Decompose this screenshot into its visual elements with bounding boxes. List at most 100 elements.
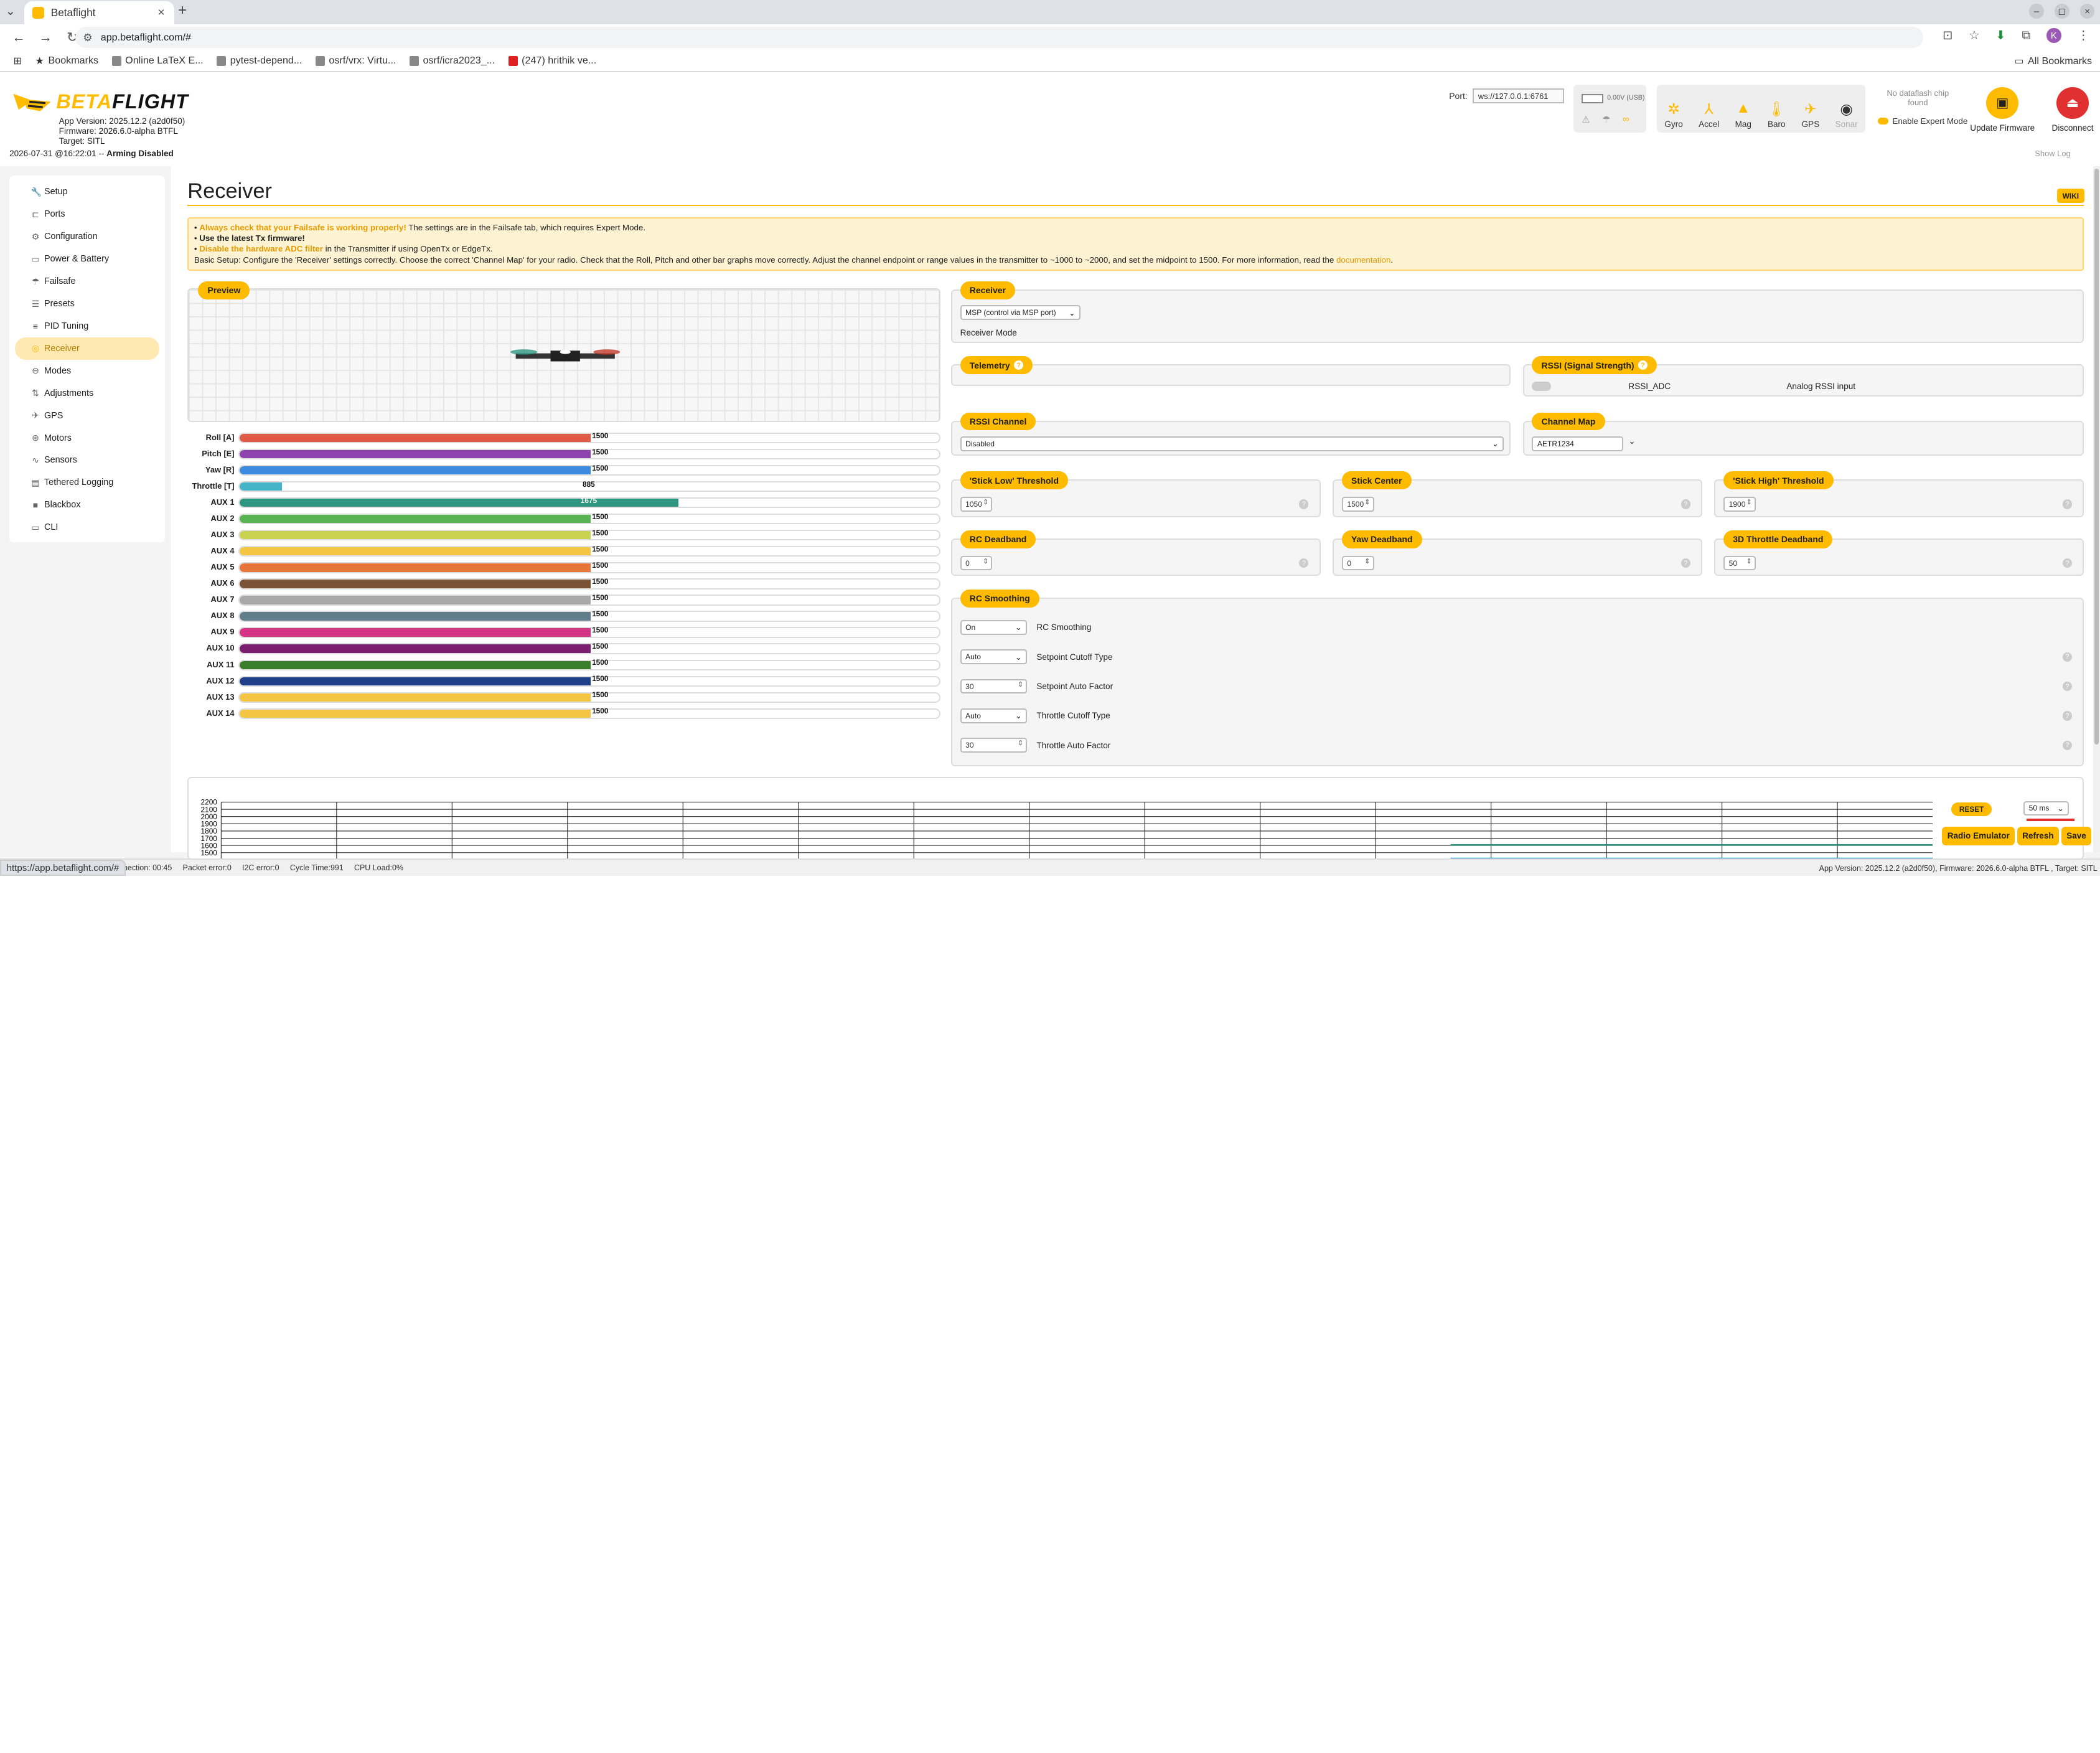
channel-value: 1500 <box>592 658 609 667</box>
receiver-mode-select[interactable]: MSP (control via MSP port) ⌄ <box>960 305 1081 321</box>
minimize-icon[interactable]: – <box>2029 4 2044 19</box>
radio-emulator-button[interactable]: Radio Emulator <box>1942 826 2015 845</box>
help-icon[interactable]: ? <box>1680 499 1690 509</box>
reset-button[interactable]: RESET <box>1951 802 1992 817</box>
bookmark-item[interactable]: osrf/vrx: Virtu... <box>315 55 396 67</box>
model-preview <box>187 288 940 422</box>
smoothing-select[interactable]: On ⌄ <box>960 620 1028 635</box>
scrollbar-thumb[interactable] <box>2094 169 2099 745</box>
extensions-icon[interactable]: ⧉ <box>2022 29 2030 43</box>
throttle-3d-input[interactable]: 50 ⇕ <box>1723 555 1756 571</box>
bookmark-item[interactable]: pytest-depend... <box>217 55 302 67</box>
sidebar-item-receiver[interactable]: ◎ Receiver <box>14 337 160 360</box>
help-icon[interactable]: ? <box>1638 360 1648 370</box>
sidebar-item-configuration[interactable]: ⚙ Configuration <box>15 225 159 248</box>
star-icon[interactable]: ☆ <box>1969 28 1979 43</box>
url-bar[interactable]: ⚙ app.betaflight.com/# <box>75 27 1923 49</box>
smoothing-select[interactable]: Auto ⌄ <box>960 649 1028 665</box>
bookmark-item[interactable]: (247) hrithik ve... <box>508 55 596 67</box>
show-log-link[interactable]: Show Log <box>2035 149 2070 158</box>
refresh-button[interactable]: Refresh <box>2017 826 2060 845</box>
help-icon[interactable]: ? <box>1680 558 1690 568</box>
expert-mode-toggle[interactable] <box>1877 118 1889 125</box>
sidebar-item-modes[interactable]: ⊖ Modes <box>15 360 159 382</box>
help-icon[interactable]: ? <box>2062 652 2072 662</box>
install-icon[interactable]: ⊡ <box>1943 28 1952 43</box>
profile-avatar[interactable]: K <box>2046 28 2061 43</box>
save-button[interactable]: Save <box>2061 826 2092 845</box>
bookmark-item[interactable]: Online LaTeX E... <box>111 55 204 67</box>
spinner-icon[interactable]: ⇕ <box>983 557 988 565</box>
sidebar-item-tethered-logging[interactable]: ▤ Tethered Logging <box>15 471 159 494</box>
smoothing-number-input[interactable]: 30 ⇕ <box>960 679 1028 694</box>
spinner-icon[interactable]: ⇕ <box>983 498 988 506</box>
channel-bar-fill <box>240 531 591 540</box>
browser-tab[interactable]: Betaflight × <box>24 1 174 24</box>
channel-map-input[interactable]: AETR1234 <box>1532 436 1623 451</box>
sidebar-item-blackbox[interactable]: ■ Blackbox <box>15 494 159 516</box>
rssi-channel-select[interactable]: Disabled ⌄ <box>960 436 1504 451</box>
browser-toolbar: ← → ↻ ⚙ app.betaflight.com/# ⊡ ☆ ⬇ ⧉ K ⋮ <box>0 24 2100 51</box>
new-tab-icon[interactable]: + <box>178 2 187 19</box>
tab-list-icon[interactable]: ⌄ <box>6 4 16 19</box>
stick-low-input[interactable]: 1050 ⇕ <box>960 497 993 512</box>
accel-icon: ⅄ <box>1704 101 1713 118</box>
sidebar-item-adjustments[interactable]: ⇅ Adjustments <box>15 382 159 405</box>
help-icon[interactable]: ? <box>1014 360 1024 370</box>
page-scrollbar[interactable] <box>2093 166 2100 852</box>
help-icon[interactable]: ? <box>1299 499 1309 509</box>
menu-icon[interactable]: ⋮ <box>2077 28 2089 43</box>
sidebar-item-pid-tuning[interactable]: ≡ PID Tuning <box>15 315 159 337</box>
smoothing-select[interactable]: Auto ⌄ <box>960 708 1028 723</box>
port-input[interactable]: ws://127.0.0.1:6761 <box>1473 88 1564 103</box>
sidebar-item-sensors[interactable]: ∿ Sensors <box>15 449 159 472</box>
channel-track <box>238 449 940 460</box>
maximize-icon[interactable]: ◻ <box>2054 4 2070 19</box>
help-icon[interactable]: ? <box>2062 558 2072 568</box>
spinner-icon[interactable]: ⇕ <box>1364 557 1370 565</box>
disconnect-button[interactable]: ⏏ Disconnect <box>2052 87 2094 133</box>
stick-high-input[interactable]: 1900 ⇕ <box>1723 497 1756 512</box>
bookmark-item[interactable]: ★ Bookmarks <box>35 55 99 67</box>
help-icon[interactable]: ? <box>2062 682 2072 692</box>
sidebar-item-setup[interactable]: 🔧 Setup <box>15 181 159 203</box>
forward-icon[interactable]: → <box>37 30 54 45</box>
help-icon[interactable]: ? <box>2062 499 2072 509</box>
apps-icon[interactable]: ⊞ <box>14 55 22 67</box>
channel-row: Pitch [E] 1500 <box>187 448 940 461</box>
telemetry-group: Telemetry? <box>950 356 1511 386</box>
documentation-link[interactable]: documentation <box>1336 255 1390 265</box>
youtube-icon <box>508 56 518 66</box>
chevron-down-icon[interactable]: ⌄ <box>1628 436 1635 446</box>
yaw-deadband-group: Yaw Deadband 0 ⇕ ? <box>1333 530 1702 576</box>
spinner-icon[interactable]: ⇕ <box>1746 498 1752 506</box>
spinner-icon[interactable]: ⇕ <box>1746 557 1752 565</box>
back-icon[interactable]: ← <box>11 30 27 45</box>
rc-deadband-input[interactable]: 0 ⇕ <box>960 555 993 571</box>
close-tab-icon[interactable]: × <box>157 6 164 20</box>
all-bookmarks[interactable]: ▭ All Bookmarks <box>2014 55 2092 67</box>
help-icon[interactable]: ? <box>2062 740 2072 750</box>
help-icon[interactable]: ? <box>1299 558 1309 568</box>
yaw-deadband-input[interactable]: 0 ⇕ <box>1341 555 1374 571</box>
stick-center-input[interactable]: 1500 ⇕ <box>1341 497 1374 512</box>
bookmark-item[interactable]: osrf/icra2023_... <box>410 55 495 67</box>
sidebar-item-ports[interactable]: ⊏ Ports <box>15 203 159 225</box>
close-window-icon[interactable]: × <box>2079 4 2095 19</box>
sidebar-item-presets[interactable]: ☰ Presets <box>15 293 159 315</box>
sidebar-item-failsafe[interactable]: ☂ Failsafe <box>15 270 159 293</box>
sidebar-item-gps[interactable]: ✈ GPS <box>15 405 159 427</box>
sidebar-item-power[interactable]: ▭ Power & Battery <box>15 248 159 270</box>
graph-interval-select[interactable]: 50 ms ⌄ <box>2023 801 2070 816</box>
wiki-button[interactable]: WIKI <box>2057 189 2084 203</box>
update-firmware-button[interactable]: ▣ Update Firmware <box>1970 87 2035 133</box>
spinner-icon[interactable]: ⇕ <box>1364 498 1370 506</box>
site-info-icon[interactable]: ⚙ <box>83 31 92 44</box>
smoothing-number-input[interactable]: 30 ⇕ <box>960 738 1028 753</box>
rssi-adc-toggle[interactable] <box>1532 382 1551 392</box>
download-icon[interactable]: ⬇ <box>1995 28 2005 43</box>
expert-mode[interactable]: Enable Expert Mode <box>1877 116 1967 126</box>
sidebar-item-motors[interactable]: ⊛ Motors <box>15 427 159 449</box>
sidebar-item-cli[interactable]: ▭ CLI <box>15 516 159 538</box>
help-icon[interactable]: ? <box>2062 711 2072 721</box>
